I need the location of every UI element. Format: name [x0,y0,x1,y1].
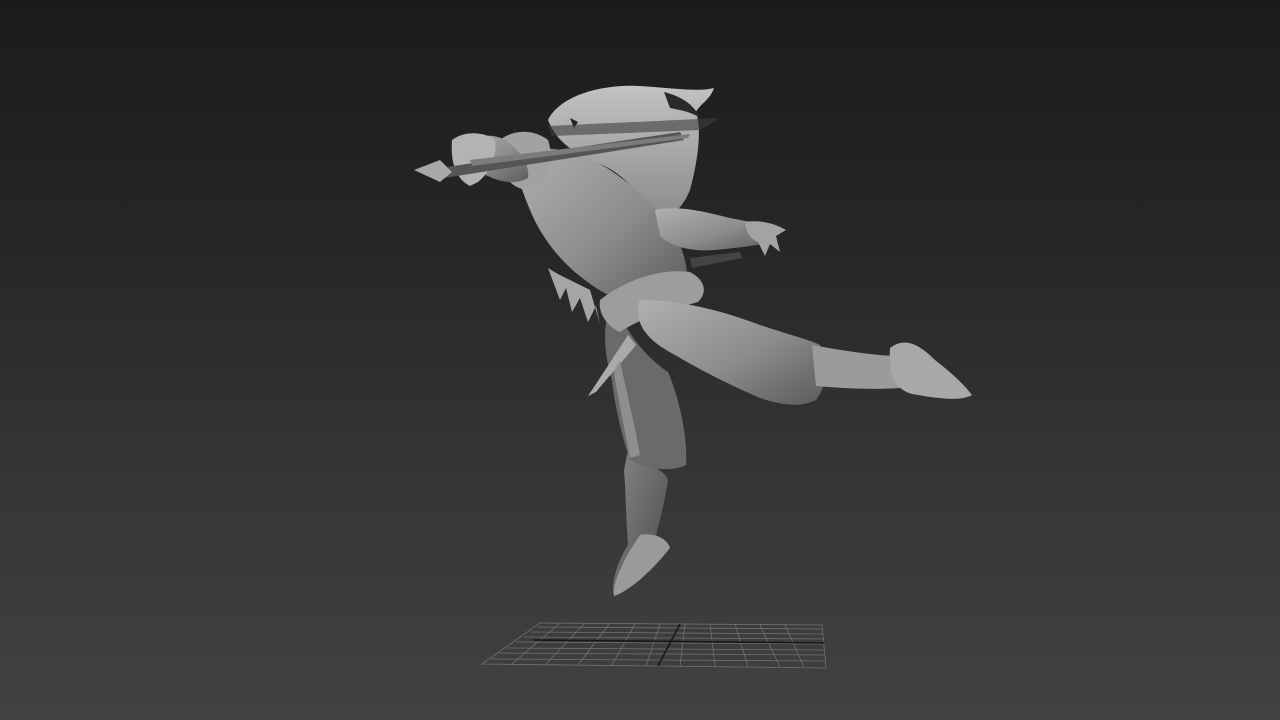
viewport-scene [414,85,972,669]
home-grid [480,622,827,669]
front-shin [812,345,900,389]
back-boot [613,534,670,596]
front-boot [889,342,972,399]
spear-butt [414,160,452,182]
character-model[interactable] [414,85,972,596]
3d-viewport[interactable] [0,0,1280,720]
dagger [690,252,742,268]
